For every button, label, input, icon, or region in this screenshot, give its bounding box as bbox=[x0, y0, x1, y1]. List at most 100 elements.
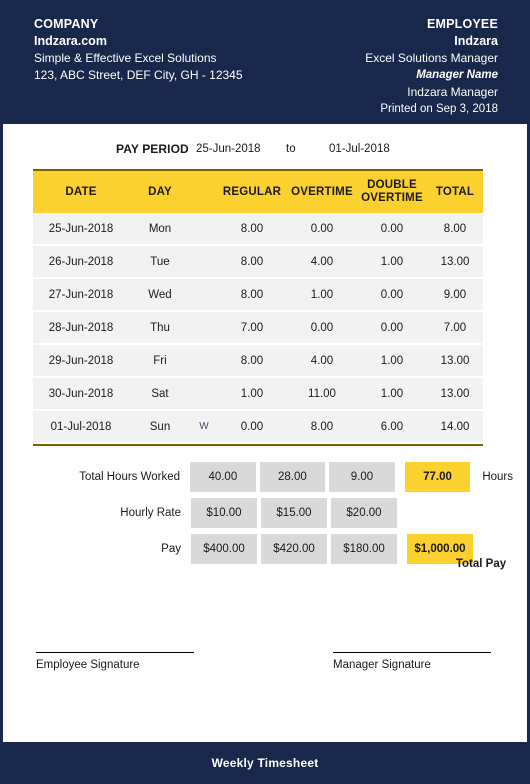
cell-date: 29-Jun-2018 bbox=[48, 354, 114, 367]
employee-label: EMPLOYEE bbox=[426, 17, 498, 31]
cell-regular[interactable]: 7.00 bbox=[217, 322, 287, 334]
table-bottom-rule bbox=[33, 444, 483, 446]
cell-overtime[interactable]: 8.00 bbox=[287, 421, 357, 433]
cell-date: 01-Jul-2018 bbox=[50, 420, 112, 433]
column-header-overtime: OVERTIME bbox=[291, 185, 353, 198]
manager-signature-block[interactable]: Manager Signature bbox=[333, 652, 491, 671]
manager-signature-label: Manager Signature bbox=[333, 659, 431, 671]
hourly-rate-overtime[interactable]: $15.00 bbox=[261, 498, 327, 528]
employee-title: Excel Solutions Manager bbox=[365, 51, 498, 65]
timesheet-page: COMPANY Indzara.com Simple & Effective E… bbox=[0, 0, 530, 784]
cell-total: 13.00 bbox=[440, 354, 470, 367]
cell-date: 30-Jun-2018 bbox=[48, 387, 114, 400]
cell-overtime[interactable]: 1.00 bbox=[287, 289, 357, 301]
pay-overtime: $420.00 bbox=[261, 534, 327, 564]
column-header-total: TOTAL bbox=[435, 185, 475, 198]
cell-overtime[interactable]: 4.00 bbox=[287, 355, 357, 367]
cell-double-overtime[interactable]: 6.00 bbox=[357, 421, 427, 433]
employee-signature-block[interactable]: Employee Signature bbox=[36, 652, 194, 671]
cell-day: Fri bbox=[153, 354, 167, 367]
cell-double-overtime[interactable]: 1.00 bbox=[357, 355, 427, 367]
cell-double-overtime[interactable]: 0.00 bbox=[357, 289, 427, 301]
manager-name-value: Indzara Manager bbox=[407, 85, 498, 99]
cell-regular[interactable]: 0.00 bbox=[217, 421, 287, 433]
pay-label: Pay bbox=[161, 543, 181, 555]
cell-week-flag: W bbox=[199, 421, 209, 432]
table-row: 29-Jun-2018 Fri 8.00 4.00 1.00 13.00 bbox=[33, 345, 483, 376]
table-header-row: DATE DAY REGULAR OVERTIME DOUBLE OVERTIM… bbox=[33, 171, 483, 213]
hourly-rate-label: Hourly Rate bbox=[120, 507, 181, 519]
employee-name: Indzara bbox=[454, 34, 498, 48]
cell-double-overtime[interactable]: 1.00 bbox=[357, 256, 427, 268]
cell-day: Mon bbox=[148, 222, 172, 235]
document-footer: Weekly Timesheet bbox=[0, 742, 530, 784]
summary-row-total-hours: Total Hours Worked 40.00 28.00 9.00 77.0… bbox=[33, 462, 513, 492]
table-row: 27-Jun-2018 Wed 8.00 1.00 0.00 9.00 bbox=[33, 279, 483, 310]
footer-title: Weekly Timesheet bbox=[211, 756, 319, 770]
cell-double-overtime[interactable]: 1.00 bbox=[357, 388, 427, 400]
cell-overtime[interactable]: 4.00 bbox=[287, 256, 357, 268]
cell-date: 25-Jun-2018 bbox=[48, 222, 114, 235]
column-header-day: DAY bbox=[148, 185, 172, 198]
cell-date: 26-Jun-2018 bbox=[48, 255, 114, 268]
cell-regular[interactable]: 8.00 bbox=[217, 355, 287, 367]
table-body: 25-Jun-2018 Mon 8.00 0.00 0.00 8.00 26-Jun-201… bbox=[33, 213, 483, 442]
cell-day: Sun bbox=[149, 420, 171, 433]
table-row: 28-Jun-2018 Thu 7.00 0.00 0.00 7.00 bbox=[33, 312, 483, 343]
pay-period-label: PAY PERIOD bbox=[116, 142, 189, 156]
pay-period-end-date[interactable]: 01-Jul-2018 bbox=[329, 143, 390, 155]
cell-date: 27-Jun-2018 bbox=[48, 288, 114, 301]
cell-day: Wed bbox=[148, 288, 172, 301]
employee-signature-line[interactable] bbox=[36, 652, 194, 653]
cell-day: Thu bbox=[150, 321, 170, 334]
company-address: 123, ABC Street, DEF City, GH - 12345 bbox=[34, 68, 243, 82]
manager-name-label: Manager Name bbox=[416, 69, 498, 81]
cell-total: 14.00 bbox=[440, 420, 470, 433]
total-pay-caption: Total Pay bbox=[455, 558, 507, 570]
cell-regular[interactable]: 1.00 bbox=[217, 388, 287, 400]
cell-regular[interactable]: 8.00 bbox=[217, 289, 287, 301]
cell-total: 9.00 bbox=[443, 288, 467, 301]
pay-period-start-date[interactable]: 25-Jun-2018 bbox=[196, 143, 261, 155]
total-hours-overtime: 28.00 bbox=[259, 462, 326, 492]
cell-overtime[interactable]: 11.00 bbox=[287, 388, 357, 400]
cell-date: 28-Jun-2018 bbox=[48, 321, 114, 334]
employee-signature-label: Employee Signature bbox=[36, 659, 140, 671]
table-row: 01-Jul-2018 Sun W 0.00 8.00 6.00 14.00 bbox=[33, 411, 483, 442]
total-hours-double-overtime: 9.00 bbox=[329, 462, 395, 492]
timesheet-table: DATE DAY REGULAR OVERTIME DOUBLE OVERTIM… bbox=[33, 169, 483, 446]
pay-period-row: PAY PERIOD 25-Jun-2018 to 01-Jul-2018 bbox=[3, 142, 527, 162]
signature-area: Employee Signature Manager Signature bbox=[3, 652, 527, 712]
pay-double-overtime: $180.00 bbox=[331, 534, 397, 564]
summary-row-hourly-rate: Hourly Rate $10.00 $15.00 $20.00 bbox=[33, 498, 513, 528]
cell-total: 13.00 bbox=[440, 387, 470, 400]
pay-period-separator: to bbox=[286, 143, 296, 155]
printed-on-text: Printed on Sep 3, 2018 bbox=[380, 103, 498, 115]
table-row: 25-Jun-2018 Mon 8.00 0.00 0.00 8.00 bbox=[33, 213, 483, 244]
cell-overtime[interactable]: 0.00 bbox=[287, 322, 357, 334]
manager-signature-line[interactable] bbox=[333, 652, 491, 653]
cell-overtime[interactable]: 0.00 bbox=[287, 223, 357, 235]
company-label: COMPANY bbox=[34, 17, 99, 31]
cell-total: 7.00 bbox=[443, 321, 467, 334]
hourly-rate-regular[interactable]: $10.00 bbox=[191, 498, 257, 528]
total-hours-regular: 40.00 bbox=[190, 462, 256, 492]
cell-regular[interactable]: 8.00 bbox=[217, 223, 287, 235]
cell-total: 13.00 bbox=[440, 255, 470, 268]
cell-double-overtime[interactable]: 0.00 bbox=[357, 322, 427, 334]
cell-day: Tue bbox=[150, 255, 170, 268]
pay-regular: $400.00 bbox=[191, 534, 257, 564]
hourly-rate-double-overtime[interactable]: $20.00 bbox=[331, 498, 397, 528]
company-tagline: Simple & Effective Excel Solutions bbox=[34, 51, 217, 65]
cell-double-overtime[interactable]: 0.00 bbox=[357, 223, 427, 235]
column-header-date: DATE bbox=[65, 185, 97, 198]
total-hours-grand-total: 77.00 bbox=[404, 462, 471, 492]
table-row: 26-Jun-2018 Tue 8.00 4.00 1.00 13.00 bbox=[33, 246, 483, 277]
hourly-rate-total-empty bbox=[407, 498, 473, 528]
cell-total: 8.00 bbox=[443, 222, 467, 235]
cell-day: Sat bbox=[151, 387, 169, 400]
cell-regular[interactable]: 8.00 bbox=[217, 256, 287, 268]
table-row: 30-Jun-2018 Sat 1.00 11.00 1.00 13.00 bbox=[33, 378, 483, 409]
summary-block: Total Hours Worked 40.00 28.00 9.00 77.0… bbox=[33, 462, 513, 570]
total-hours-unit: Hours bbox=[482, 471, 514, 483]
